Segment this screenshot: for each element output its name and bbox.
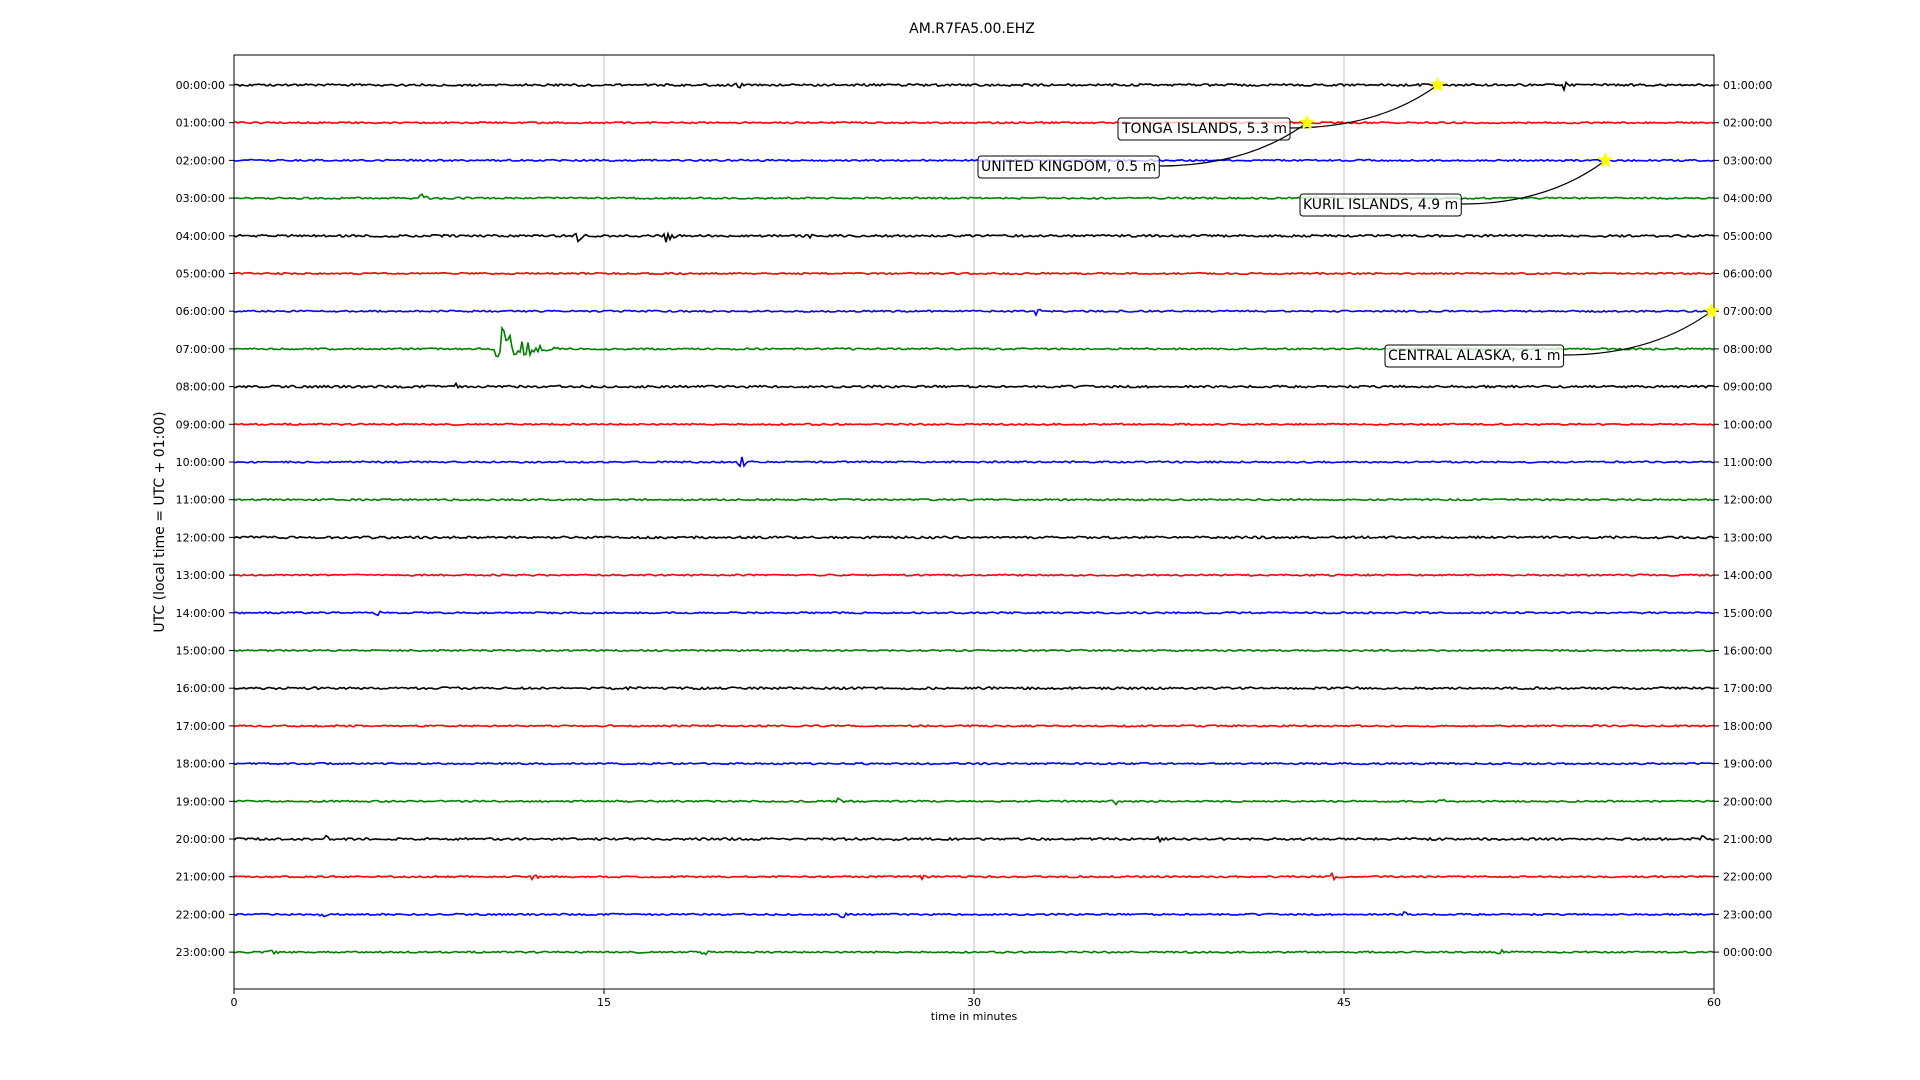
y-tick-label-right: 15:00:00 (1723, 607, 1772, 620)
y-tick-label-right: 20:00:00 (1723, 795, 1772, 808)
y-tick-label-left: 23:00:00 (176, 946, 225, 959)
y-tick-label-left: 04:00:00 (176, 230, 225, 243)
y-axis-label: UTC (local time = UTC + 01:00) (152, 411, 168, 632)
y-tick-label-left: 10:00:00 (176, 456, 225, 469)
y-tick-label-right: 12:00:00 (1723, 494, 1772, 507)
y-tick-label-right: 23:00:00 (1723, 908, 1772, 921)
y-tick-label-right: 22:00:00 (1723, 871, 1772, 884)
y-tick-label-left: 09:00:00 (176, 418, 225, 431)
y-tick-label-right: 13:00:00 (1723, 531, 1772, 544)
y-tick-label-left: 08:00:00 (176, 381, 225, 394)
y-tick-label-right: 21:00:00 (1723, 833, 1772, 846)
y-tick-label-left: 16:00:00 (176, 682, 225, 695)
y-tick-label-left: 22:00:00 (176, 908, 225, 921)
y-tick-label-left: 12:00:00 (176, 531, 225, 544)
x-axis: 0 15 30 45 60 (231, 989, 1721, 1009)
y-tick-label-right: 02:00:00 (1723, 117, 1772, 130)
y-tick-label-right: 11:00:00 (1723, 456, 1772, 469)
trace-hour-17 (233, 724, 1715, 728)
trace-hour-5 (233, 271, 1715, 276)
y-tick-label-right: 07:00:00 (1723, 305, 1772, 318)
event-label: TONGA ISLANDS, 5.3 m (1121, 121, 1287, 137)
y-tick-label-right: 05:00:00 (1723, 230, 1772, 243)
event-label: UNITED KINGDOM, 0.5 m (981, 159, 1156, 175)
left-y-axis: 00:00:00 01:00:00 02:00:00 03:00:00 04:00:00… (176, 79, 234, 959)
y-tick-label-left: 07:00:00 (176, 343, 225, 356)
y-tick-label-right: 18:00:00 (1723, 720, 1772, 733)
seismogram-chart: AM.R7FA5.00.EHZ 00:00:00 01:00:00 02:00:00… (152, 21, 1772, 1023)
x-tick-label: 0 (231, 996, 238, 1009)
y-tick-label-left: 21:00:00 (176, 871, 225, 884)
y-tick-label-right: 01:00:00 (1723, 79, 1772, 92)
y-tick-label-left: 00:00:00 (176, 79, 225, 92)
y-tick-label-left: 14:00:00 (176, 607, 225, 620)
y-tick-label-left: 18:00:00 (176, 758, 225, 771)
y-tick-label-left: 13:00:00 (176, 569, 225, 582)
trace-hour-9 (233, 422, 1715, 427)
y-tick-label-left: 01:00:00 (176, 117, 225, 130)
y-tick-label-right: 14:00:00 (1723, 569, 1772, 582)
y-tick-label-left: 06:00:00 (176, 305, 225, 318)
x-gridlines (603, 55, 1345, 989)
event-label: KURIL ISLANDS, 4.9 m (1303, 197, 1458, 213)
trace-hour-13 (233, 573, 1715, 577)
y-tick-label-left: 02:00:00 (176, 154, 225, 167)
y-tick-label-right: 06:00:00 (1723, 268, 1772, 281)
y-tick-label-right: 08:00:00 (1723, 343, 1772, 356)
chart-title: AM.R7FA5.00.EHZ (909, 21, 1035, 37)
x-tick-label: 30 (967, 996, 981, 1009)
y-tick-label-left: 17:00:00 (176, 720, 225, 733)
y-tick-label-right: 04:00:00 (1723, 192, 1772, 205)
y-tick-label-right: 17:00:00 (1723, 682, 1772, 695)
y-tick-label-left: 15:00:00 (176, 645, 225, 658)
y-tick-label-left: 19:00:00 (176, 795, 225, 808)
trace-hour-1 (234, 120, 1715, 125)
y-tick-label-right: 00:00:00 (1723, 946, 1772, 959)
x-tick-label: 45 (1337, 996, 1351, 1009)
x-axis-label: time in minutes (931, 1010, 1018, 1023)
y-tick-label-right: 03:00:00 (1723, 154, 1772, 167)
x-tick-label: 60 (1707, 996, 1721, 1009)
y-tick-label-left: 03:00:00 (176, 192, 225, 205)
y-tick-label-right: 19:00:00 (1723, 758, 1772, 771)
event-label: CENTRAL ALASKA, 6.1 m (1388, 348, 1561, 364)
x-tick-label: 15 (597, 996, 611, 1009)
event-annotations: TONGA ISLANDS, 5.3 m UNITED KINGDOM, 0.5 … (977, 76, 1720, 368)
y-tick-label-left: 11:00:00 (176, 494, 225, 507)
y-tick-label-right: 10:00:00 (1723, 418, 1772, 431)
y-tick-label-right: 16:00:00 (1723, 645, 1772, 658)
y-tick-label-left: 20:00:00 (176, 833, 225, 846)
y-tick-label-right: 09:00:00 (1723, 381, 1772, 394)
y-tick-label-left: 05:00:00 (176, 268, 225, 281)
right-y-axis: 01:00:00 02:00:00 03:00:00 04:00:00 05:00:00… (1714, 79, 1772, 959)
